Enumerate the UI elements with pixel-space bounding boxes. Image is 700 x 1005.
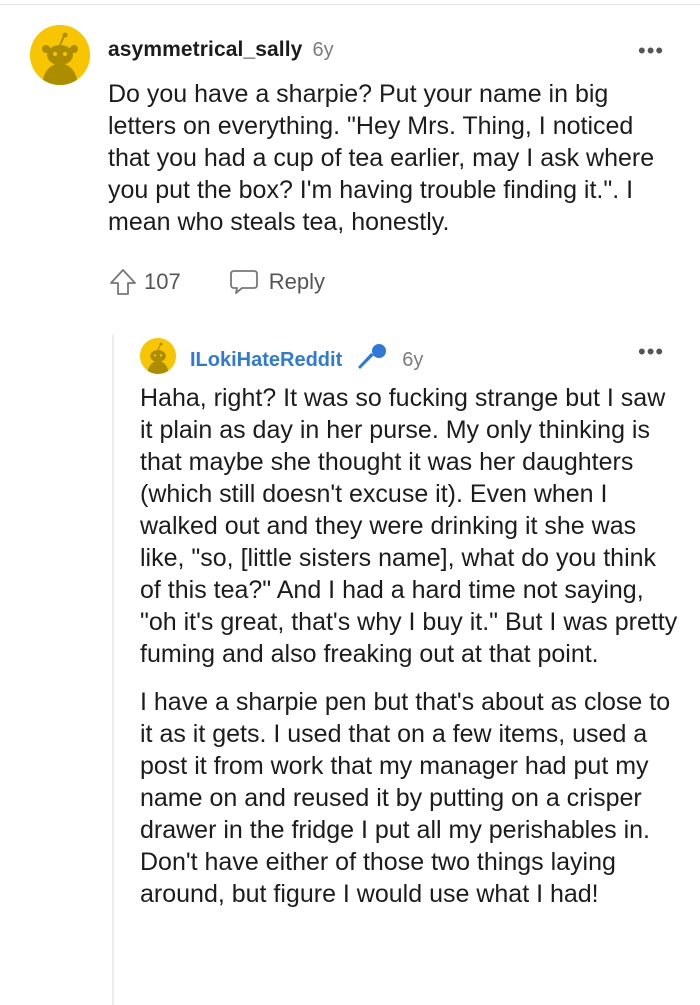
- snoo-avatar-icon: [30, 25, 90, 85]
- thread-line[interactable]: [112, 335, 114, 1005]
- reply-paragraph: I have a sharpie pen but that's about as…: [140, 688, 671, 908]
- arrow-up-icon: [110, 269, 136, 295]
- reply-avatar[interactable]: [140, 338, 176, 374]
- top-divider: [0, 4, 700, 5]
- comment-age: 6y: [312, 39, 334, 61]
- reply-age: 6y: [402, 348, 424, 371]
- upvote-count: 107: [144, 269, 181, 294]
- reply-header: ILokiHateReddit 6y: [190, 342, 423, 378]
- comment-body: Do you have a sharpie? Put your name in …: [108, 80, 655, 236]
- reply-button[interactable]: Reply: [229, 268, 325, 296]
- comment-header: asymmetrical_sally 6y: [108, 38, 334, 62]
- reply-paragraph: Haha, right? It was so fucking strange b…: [140, 384, 678, 668]
- upvote-button[interactable]: 107: [108, 267, 181, 297]
- username[interactable]: asymmetrical_sally: [108, 38, 302, 61]
- reply-more-options-button[interactable]: •••: [638, 341, 664, 363]
- reply-body: Haha, right? It was so fucking strange b…: [140, 382, 680, 926]
- microphone-icon: [354, 342, 388, 378]
- reply-label: Reply: [268, 269, 325, 294]
- more-options-button[interactable]: •••: [638, 40, 664, 62]
- comment-actions: 107 Reply: [108, 262, 325, 302]
- avatar[interactable]: [30, 25, 90, 85]
- snoo-avatar-icon: [140, 338, 176, 374]
- speech-bubble-icon: [229, 270, 258, 294]
- reply-username[interactable]: ILokiHateReddit: [190, 349, 342, 372]
